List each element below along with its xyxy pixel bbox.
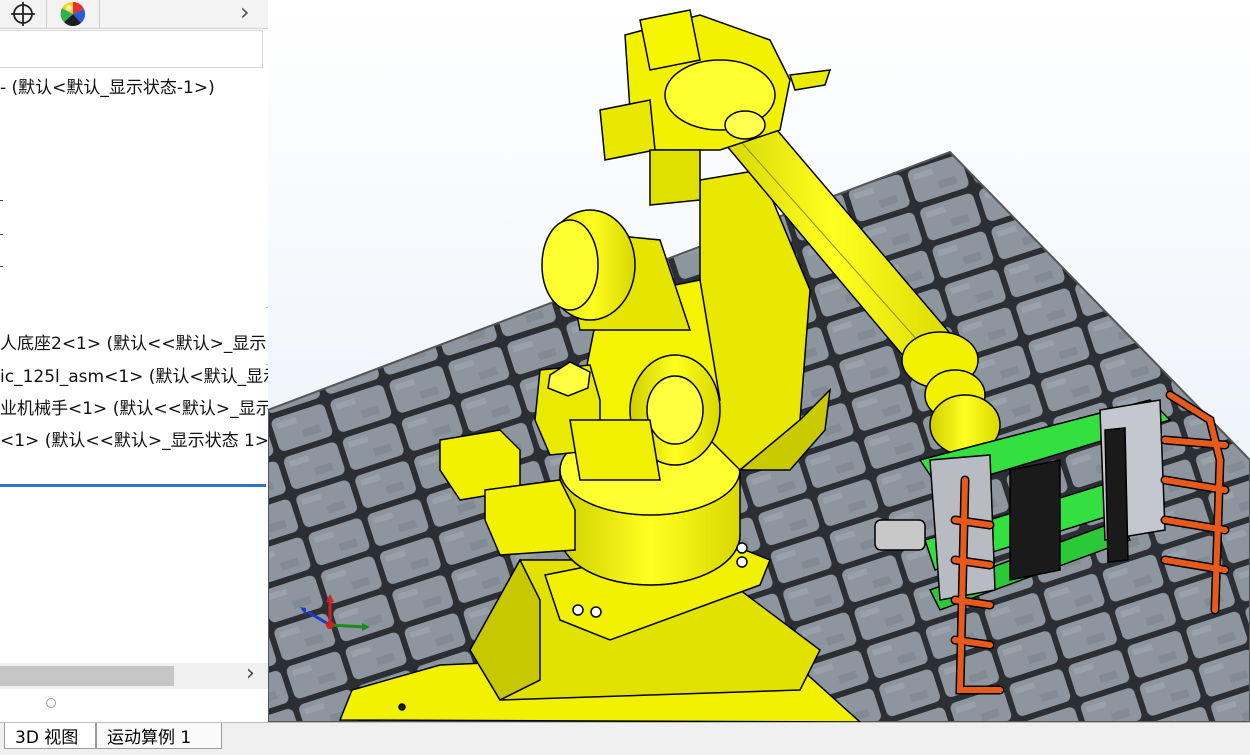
panel-splitter[interactable]: [0, 484, 266, 487]
scroll-right-arrow[interactable]: ›: [246, 661, 255, 686]
feature-tree-panel: › - (默认<默认_显示状态-1>) 人底座2<1> (默认<<默认>_显示 …: [0, 0, 269, 722]
cad-model-scene: [268, 0, 1250, 722]
dimxpert-tab[interactable]: [0, 0, 47, 28]
tab-3d-view[interactable]: 3D 视图: [4, 723, 96, 749]
scrollbar-thumb[interactable]: [0, 666, 174, 686]
bottom-tab-bar: 3D 视图 运动算例 1: [0, 722, 1250, 755]
resize-handle-dot[interactable]: [46, 698, 56, 708]
graphics-viewport[interactable]: [268, 0, 1250, 722]
crosshair-icon: [11, 2, 35, 26]
horizontal-scrollbar[interactable]: ›: [0, 661, 268, 689]
tree-filter-box[interactable]: [0, 30, 263, 68]
tree-item-gripper[interactable]: <1> (默认<<默认>_显示状态 1>): [0, 426, 268, 451]
tree-item-robot-arm[interactable]: 业机械手<1> (默认<<默认>_显示: [0, 394, 268, 419]
display-manager-tab[interactable]: [47, 0, 100, 28]
tab-motion-study-1[interactable]: 运动算例 1: [96, 723, 222, 749]
tree-connector: [0, 200, 3, 201]
panel-tab-bar: ›: [0, 0, 268, 29]
tree-item-robot-base[interactable]: 人底座2<1> (默认<<默认>_显示: [0, 329, 266, 354]
tree-connector: [0, 234, 3, 235]
expand-tabs-arrow[interactable]: ›: [240, 0, 250, 26]
tree-root-config[interactable]: - (默认<默认_显示状态-1>): [0, 73, 215, 98]
appearance-ball-icon: [60, 1, 86, 27]
tree-connector: [0, 266, 3, 267]
tree-item-asm[interactable]: ic_125l_asm<1> (默认<默认_显示: [0, 362, 268, 387]
